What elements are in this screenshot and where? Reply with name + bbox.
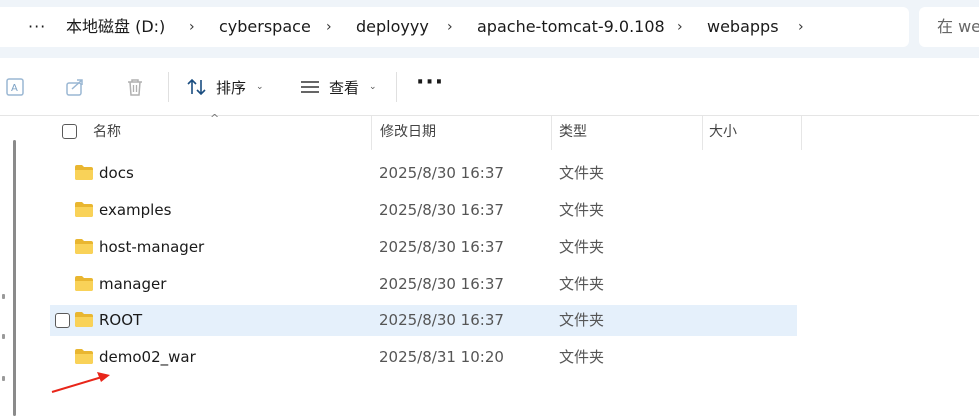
row-checkbox[interactable]: [55, 313, 70, 328]
breadcrumb-tomcat[interactable]: apache-tomcat-9.0.108: [477, 7, 665, 47]
chevron-right-icon[interactable]: ›: [677, 7, 683, 47]
file-date: 2025/8/30 16:37: [379, 275, 504, 293]
file-type: 文件夹: [559, 311, 605, 329]
nav-tree-marker: [2, 334, 5, 339]
sort-icon: [187, 78, 206, 96]
file-date: 2025/8/30 16:37: [379, 201, 504, 219]
file-name: manager: [99, 275, 167, 293]
sort-label: 排序: [216, 78, 247, 97]
chevron-down-icon: ⌄: [256, 82, 264, 92]
column-divider[interactable]: [371, 116, 372, 150]
folder-icon: [75, 239, 93, 254]
column-divider[interactable]: [702, 116, 703, 150]
file-type: 文件夹: [559, 275, 605, 293]
view-label: 查看: [329, 78, 360, 97]
breadcrumb-cyberspace[interactable]: cyberspace: [219, 7, 311, 47]
file-row-docs[interactable]: docs 2025/8/30 16:37 文件夹: [50, 158, 797, 189]
command-bar: A 排序 ⌄ 查看 ⌄ ···: [0, 58, 979, 116]
breadcrumb-drive[interactable]: 本地磁盘 (D:): [66, 7, 165, 47]
column-header-name[interactable]: 名称: [93, 116, 121, 150]
file-name: ROOT: [99, 311, 143, 329]
file-row-demo02-war[interactable]: demo02_war 2025/8/31 10:20 文件夹: [50, 342, 797, 373]
svg-text:A: A: [11, 83, 18, 94]
sort-ascending-icon: ^: [210, 112, 220, 125]
file-date: 2025/8/31 10:20: [379, 348, 504, 366]
address-bar-area: ··· 本地磁盘 (D:) › cyberspace › deployyy › …: [0, 0, 979, 58]
file-row-host-manager[interactable]: host-manager 2025/8/30 16:37 文件夹: [50, 232, 797, 263]
navigation-pane[interactable]: [0, 116, 36, 416]
toolbar-divider: [396, 72, 397, 102]
chevron-right-icon[interactable]: ›: [447, 7, 453, 47]
view-button[interactable]: 查看 ⌄: [299, 72, 377, 102]
search-box[interactable]: 在 we: [919, 7, 979, 47]
search-input[interactable]: 在 we: [937, 7, 979, 47]
nav-tree-marker: [2, 376, 5, 381]
more-options-button[interactable]: ···: [416, 72, 444, 98]
more-locations-button[interactable]: ···: [28, 7, 46, 47]
column-header-date[interactable]: 修改日期: [380, 116, 436, 150]
file-name: docs: [99, 164, 134, 182]
file-row-manager[interactable]: manager 2025/8/30 16:37 文件夹: [50, 269, 797, 300]
breadcrumb-deployyy[interactable]: deployyy: [356, 7, 429, 47]
chevron-right-icon[interactable]: ›: [189, 7, 195, 47]
file-name: demo02_war: [99, 348, 196, 366]
chevron-down-icon: ⌄: [369, 82, 377, 92]
share-icon[interactable]: [64, 76, 86, 98]
delete-icon[interactable]: [124, 76, 146, 98]
select-all-checkbox[interactable]: [62, 124, 77, 139]
chevron-right-icon[interactable]: ›: [326, 7, 332, 47]
file-date: 2025/8/30 16:37: [379, 311, 504, 329]
address-bar[interactable]: ··· 本地磁盘 (D:) › cyberspace › deployyy › …: [0, 7, 909, 47]
navigation-scrollbar[interactable]: [13, 140, 16, 416]
file-type: 文件夹: [559, 164, 605, 182]
file-date: 2025/8/30 16:37: [379, 164, 504, 182]
file-row-examples[interactable]: examples 2025/8/30 16:37 文件夹: [50, 195, 797, 226]
file-type: 文件夹: [559, 238, 605, 256]
folder-icon: [75, 349, 93, 364]
toolbar-divider: [168, 72, 169, 102]
folder-icon: [75, 312, 93, 327]
rename-icon[interactable]: A: [4, 76, 26, 98]
column-header-type[interactable]: 类型: [559, 116, 587, 150]
chevron-right-icon[interactable]: ›: [798, 7, 804, 47]
sort-button[interactable]: 排序 ⌄: [186, 72, 264, 102]
file-date: 2025/8/30 16:37: [379, 238, 504, 256]
file-name: host-manager: [99, 238, 205, 256]
folder-icon: [75, 276, 93, 291]
folder-icon: [75, 165, 93, 180]
column-header-size[interactable]: 大小: [709, 116, 737, 150]
file-type: 文件夹: [559, 201, 605, 219]
view-icon: [301, 81, 319, 93]
column-divider[interactable]: [801, 116, 802, 150]
column-divider[interactable]: [551, 116, 552, 150]
file-name: examples: [99, 201, 172, 219]
nav-tree-marker: [2, 294, 5, 299]
file-row-root[interactable]: ROOT 2025/8/30 16:37 文件夹: [50, 305, 797, 336]
folder-icon: [75, 202, 93, 217]
breadcrumb-webapps[interactable]: webapps: [707, 7, 779, 47]
file-type: 文件夹: [559, 348, 605, 366]
